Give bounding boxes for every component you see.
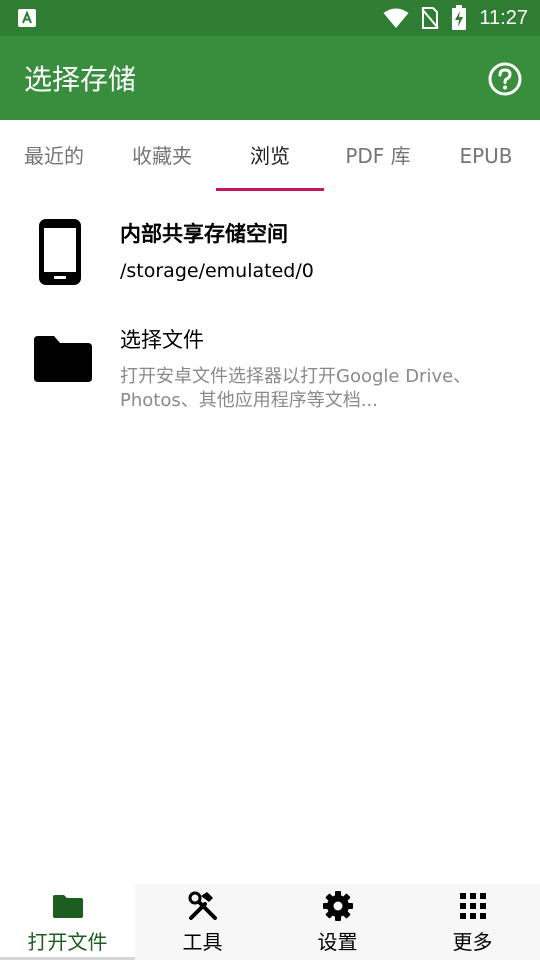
wifi-icon	[383, 8, 409, 28]
grid-icon	[459, 893, 486, 919]
bottom-nav: 打开文件 工具 设置 更多	[0, 884, 540, 960]
phone-icon	[39, 219, 81, 285]
list-item-title: 选择文件	[120, 328, 204, 352]
no-sim-icon	[421, 7, 440, 29]
help-icon[interactable]	[488, 62, 522, 96]
nav-more[interactable]: 更多	[405, 884, 540, 960]
nav-label: 工具	[182, 930, 223, 954]
app-bar: 选择存储	[0, 36, 540, 120]
page-title: 选择存储	[24, 63, 137, 96]
gear-icon	[322, 891, 353, 921]
tools-icon	[188, 891, 217, 920]
nav-label: 打开文件	[27, 930, 108, 954]
list-item-choose-file[interactable]: 选择文件 打开安卓文件选择器以打开Google Drive、Photos、其他应…	[0, 310, 540, 420]
list-item-path: /storage/emulated/0	[120, 260, 314, 282]
list-item-description: 打开安卓文件选择器以打开Google Drive、Photos、其他应用程序等文…	[120, 366, 472, 411]
tab-favorites[interactable]: 收藏夹	[108, 120, 216, 192]
tab-epub[interactable]: EPUB	[432, 120, 540, 192]
folder-icon	[52, 895, 83, 918]
nav-settings[interactable]: 设置	[270, 884, 405, 960]
nav-label: 设置	[317, 930, 358, 954]
battery-charging-icon	[452, 5, 467, 30]
nav-tools[interactable]: 工具	[135, 884, 270, 960]
folder-icon	[34, 336, 92, 382]
tab-pdf-library[interactable]: PDF 库	[324, 120, 432, 192]
tab-indicator	[216, 188, 324, 191]
tab-browse[interactable]: 浏览	[216, 120, 324, 192]
tab-recent[interactable]: 最近的	[0, 120, 108, 192]
list-item-internal-storage[interactable]: 内部共享存储空间 /storage/emulated/0	[0, 200, 540, 300]
status-bar: 11:27	[0, 0, 540, 36]
list-item-title: 内部共享存储空间	[120, 222, 288, 246]
tab-bar: 最近的 收藏夹 浏览 PDF 库 EPUB	[0, 120, 540, 192]
nav-label: 更多	[452, 930, 493, 954]
app-notification-icon	[18, 9, 36, 27]
status-time: 11:27	[479, 6, 528, 29]
nav-open-file[interactable]: 打开文件	[0, 884, 135, 960]
